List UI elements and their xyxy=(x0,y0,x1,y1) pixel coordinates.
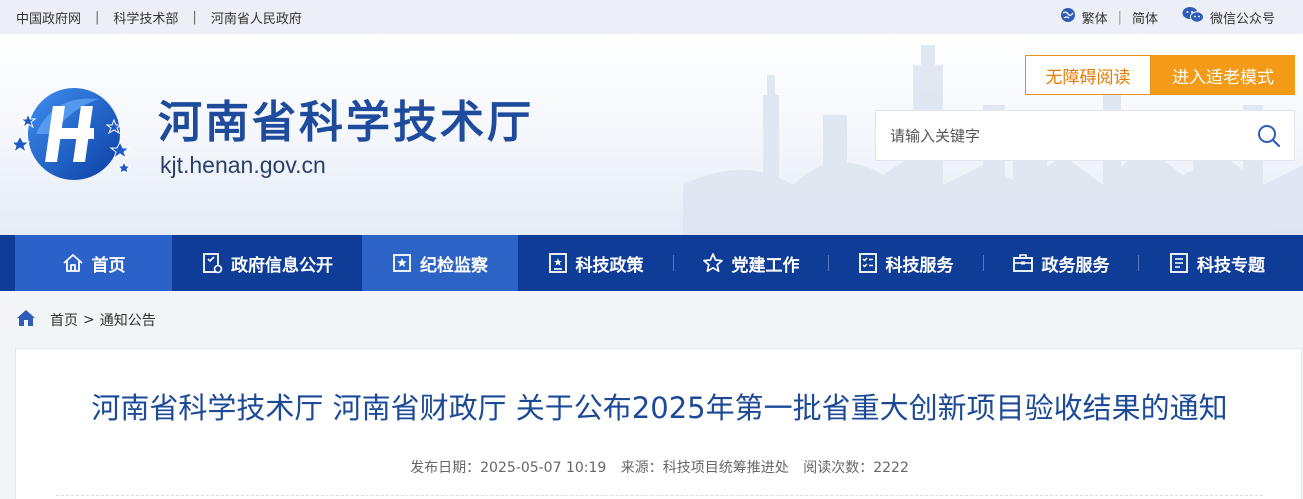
main-nav: 首页 政府信息公开 纪检监察 科技政策 党建工作 科技服务 政务服务 科技专题 xyxy=(0,235,1303,291)
traditional-chinese-link[interactable]: 繁体 xyxy=(1082,8,1108,27)
site-header: 河南省科学技术厅 kjt.henan.gov.cn 无障碍阅读 进入适老模式 xyxy=(0,34,1303,235)
nav-item-label: 纪检监察 xyxy=(420,255,488,276)
nav-item-label: 政府信息公开 xyxy=(231,255,333,276)
site-title: 河南省科学技术厅 xyxy=(158,97,534,148)
breadcrumb-current-link[interactable]: 通知公告 xyxy=(100,310,156,330)
article-card: 河南省科学技术厅 河南省财政厅 关于公布2025年第一批省重大创新项目验收结果的… xyxy=(15,348,1302,499)
link-gov-cn[interactable]: 中国政府网 xyxy=(16,8,81,27)
search-input[interactable] xyxy=(890,111,1250,160)
info-icon xyxy=(203,253,223,274)
link-most[interactable]: 科学技术部 xyxy=(113,8,178,27)
elder-mode-button[interactable]: 进入适老模式 xyxy=(1151,55,1295,95)
wechat-icon xyxy=(1182,6,1204,28)
article-meta: 发布日期：2025-05-07 10:19 来源：科技项目统筹推进处 阅读次数：… xyxy=(16,457,1303,477)
nav-item-label: 首页 xyxy=(91,255,126,276)
simplified-chinese-link[interactable]: 简体 xyxy=(1132,8,1158,27)
accessible-reading-button[interactable]: 无障碍阅读 xyxy=(1025,55,1151,95)
nav-item-policy[interactable]: 科技政策 xyxy=(518,235,673,291)
nav-item-sci-topics[interactable]: 科技专题 xyxy=(1138,235,1296,291)
nav-item-party-building[interactable]: 党建工作 xyxy=(673,235,828,291)
top-link-separator: | xyxy=(192,9,197,25)
document-icon xyxy=(1170,253,1188,273)
publish-date: 发布日期：2025-05-07 10:19 xyxy=(410,460,607,476)
henan-sti-logo xyxy=(14,88,132,180)
globe-icon xyxy=(1060,7,1076,27)
policy-icon xyxy=(548,253,567,273)
top-link-separator: | xyxy=(95,9,100,25)
article-title: 河南省科学技术厅 河南省财政厅 关于公布2025年第一批省重大创新项目验收结果的… xyxy=(91,391,1228,425)
star-icon xyxy=(702,253,723,273)
meta-divider xyxy=(56,495,1263,496)
nav-item-sci-service[interactable]: 科技服务 xyxy=(828,235,983,291)
home-icon xyxy=(62,254,83,272)
nav-item-label: 科技专题 xyxy=(1197,255,1265,276)
nav-item-gov-service[interactable]: 政务服务 xyxy=(983,235,1138,291)
view-count: 阅读次数：2222 xyxy=(803,460,909,476)
breadcrumb: 首页 > 通知公告 xyxy=(16,306,156,334)
link-henan-gov[interactable]: 河南省人民政府 xyxy=(211,8,302,27)
nav-item-supervision[interactable]: 纪检监察 xyxy=(362,235,518,291)
nav-item-label: 科技政策 xyxy=(575,255,644,276)
nav-item-gov-info[interactable]: 政府信息公开 xyxy=(172,235,362,291)
top-links: 中国政府网 | 科学技术部 | 河南省人民政府 xyxy=(16,0,302,34)
search-box xyxy=(875,110,1295,161)
top-bar: 中国政府网 | 科学技术部 | 河南省人民政府 繁体 | 简体 微信公众号 xyxy=(0,0,1303,34)
home-icon[interactable] xyxy=(16,309,36,331)
search-icon[interactable] xyxy=(1256,123,1282,149)
nav-item-label: 党建工作 xyxy=(731,255,800,276)
article-source: 来源：科技项目统筹推进处 xyxy=(620,460,789,476)
wechat-account-link[interactable]: 微信公众号 xyxy=(1210,8,1275,27)
nav-item-label: 科技服务 xyxy=(885,255,954,276)
supervision-icon xyxy=(393,254,411,272)
breadcrumb-home-link[interactable]: 首页 xyxy=(50,310,78,330)
briefcase-icon xyxy=(1012,254,1033,272)
checklist-icon xyxy=(858,253,877,273)
nav-item-home[interactable]: 首页 xyxy=(15,235,172,291)
top-tools: 繁体 | 简体 微信公众号 xyxy=(1060,0,1275,34)
breadcrumb-separator: > xyxy=(83,312,95,328)
site-domain: kjt.henan.gov.cn xyxy=(160,152,326,178)
nav-item-label: 政务服务 xyxy=(1041,255,1110,276)
lang-divider: | xyxy=(1117,9,1122,25)
